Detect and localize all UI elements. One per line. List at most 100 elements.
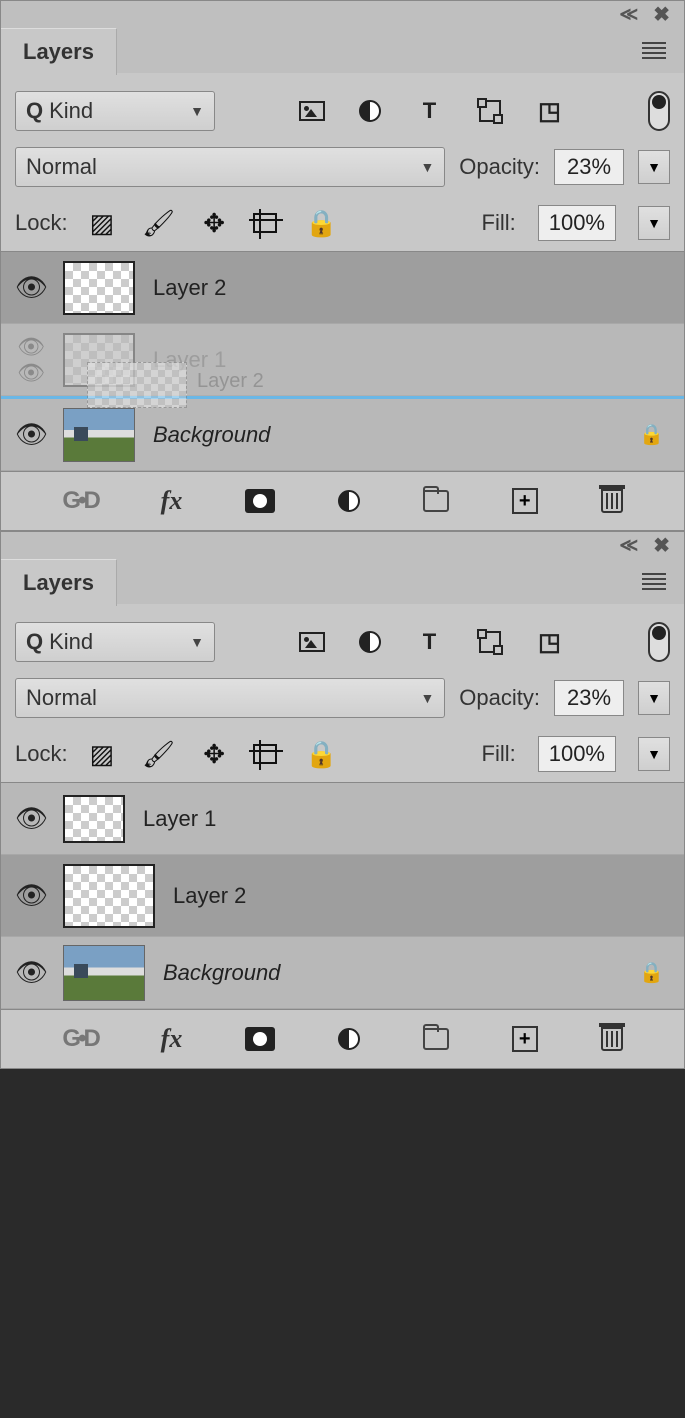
smartobject-filter-icon[interactable]: ◳ (535, 630, 565, 654)
visibility-eye-icon[interactable]: 👁 (15, 880, 45, 911)
link-layers-icon[interactable]: G•D (62, 487, 97, 515)
new-group-icon[interactable] (423, 490, 449, 512)
new-layer-icon[interactable]: + (512, 488, 538, 514)
opacity-label[interactable]: Opacity: (459, 154, 540, 180)
dragging-ghost-label: Layer 2 (197, 370, 264, 393)
smartobject-filter-icon[interactable]: ◳ (535, 99, 565, 123)
fill-value[interactable]: 100% (538, 736, 616, 772)
tab-layers[interactable]: Layers (1, 559, 117, 606)
tab-bar: Layers (1, 558, 684, 604)
lock-row: Lock: ▨ 🖌 ✥ 🔒 Fill: 100% ▼ (1, 195, 684, 251)
close-icon[interactable]: ✖ (653, 2, 670, 27)
new-adjustment-icon[interactable] (338, 1028, 360, 1050)
lock-pixels-icon[interactable]: 🖌 (142, 739, 175, 770)
collapse-icon[interactable]: ≪ (619, 535, 635, 556)
fill-label[interactable]: Fill: (482, 741, 516, 767)
fx-icon[interactable]: fx (161, 1024, 183, 1054)
layer-thumbnail[interactable] (63, 408, 135, 462)
lock-label: Lock: (15, 210, 68, 236)
chevron-down-icon: ▼ (420, 159, 434, 175)
layer-name[interactable]: Layer 1 (153, 347, 676, 373)
pixel-filter-icon[interactable] (299, 101, 325, 121)
type-filter-icon[interactable]: T (415, 630, 445, 654)
adjustment-filter-icon[interactable] (359, 100, 381, 122)
close-icon[interactable]: ✖ (653, 533, 670, 558)
lock-all-icon[interactable]: 🔒 (305, 739, 337, 770)
layer-name[interactable]: Layer 2 (153, 275, 676, 301)
layer-row[interactable]: 👁 Layer 1 (1, 783, 684, 855)
visibility-linked-icon[interactable]: 👁👁 (15, 334, 45, 386)
panel-menu-icon[interactable] (642, 573, 666, 590)
blend-mode-dropdown[interactable]: Normal ▼ (15, 678, 445, 718)
filter-toggle[interactable] (648, 622, 670, 662)
filter-type-icons: T ◳ (243, 99, 620, 123)
new-layer-icon[interactable]: + (512, 1026, 538, 1052)
lock-transparency-icon[interactable]: ▨ (90, 208, 115, 239)
filter-kind-dropdown[interactable]: QKind ▼ (15, 91, 215, 131)
layer-thumbnail[interactable] (63, 945, 145, 1001)
layer-row[interactable]: 👁 Background 🔒 (1, 937, 684, 1009)
layer-row[interactable]: 👁 Layer 2 (1, 252, 684, 324)
layers-list: 👁 Layer 2 👁👁 Layer 1 Layer 2 👁 Backgroun… (1, 251, 684, 472)
layer-thumbnail[interactable] (63, 261, 135, 315)
adjustment-filter-icon[interactable] (359, 631, 381, 653)
visibility-eye-icon[interactable]: 👁 (15, 957, 45, 988)
lock-all-icon[interactable]: 🔒 (305, 208, 337, 239)
visibility-eye-icon[interactable]: 👁 (15, 419, 45, 450)
layer-row[interactable]: 👁 Background 🔒 (1, 399, 684, 471)
fx-icon[interactable]: fx (161, 486, 183, 516)
fill-label[interactable]: Fill: (482, 210, 516, 236)
blend-mode-value: Normal (26, 685, 97, 711)
filter-toggle[interactable] (648, 91, 670, 131)
new-group-icon[interactable] (423, 1028, 449, 1050)
opacity-label[interactable]: Opacity: (459, 685, 540, 711)
lock-artboard-icon[interactable] (253, 744, 277, 764)
opacity-chevron[interactable]: ▼ (638, 150, 670, 184)
blend-mode-dropdown[interactable]: Normal ▼ (15, 147, 445, 187)
lock-label: Lock: (15, 741, 68, 767)
chevron-down-icon: ▼ (190, 103, 204, 119)
new-adjustment-icon[interactable] (338, 490, 360, 512)
pixel-filter-icon[interactable] (299, 632, 325, 652)
layer-name[interactable]: Layer 1 (143, 806, 676, 832)
layer-name[interactable]: Background (163, 960, 621, 986)
lock-position-icon[interactable]: ✥ (203, 739, 225, 770)
collapse-icon[interactable]: ≪ (619, 4, 635, 25)
lock-artboard-icon[interactable] (253, 213, 277, 233)
fill-value[interactable]: 100% (538, 205, 616, 241)
lock-position-icon[interactable]: ✥ (203, 208, 225, 239)
add-mask-icon[interactable] (245, 1027, 275, 1051)
layer-thumbnail[interactable] (63, 864, 155, 928)
lock-pixels-icon[interactable]: 🖌 (142, 208, 175, 239)
blend-row: Normal ▼ Opacity: 23% ▼ (1, 670, 684, 726)
visibility-eye-icon[interactable]: 👁 (15, 272, 45, 303)
add-mask-icon[interactable] (245, 489, 275, 513)
delete-layer-icon[interactable] (601, 489, 623, 513)
layer-name[interactable]: Background (153, 422, 621, 448)
panel-menu-icon[interactable] (642, 42, 666, 59)
layer-row[interactable]: 👁👁 Layer 1 Layer 2 (1, 324, 684, 396)
layer-name[interactable]: Layer 2 (173, 883, 676, 909)
panel-top-bar: ≪ ✖ (1, 1, 684, 27)
lock-icon[interactable]: 🔒 (639, 422, 664, 447)
fill-chevron[interactable]: ▼ (638, 737, 670, 771)
lock-transparency-icon[interactable]: ▨ (90, 739, 115, 770)
fill-chevron[interactable]: ▼ (638, 206, 670, 240)
shape-filter-icon[interactable] (479, 100, 501, 122)
type-filter-icon[interactable]: T (415, 99, 445, 123)
blend-row: Normal ▼ Opacity: 23% ▼ (1, 139, 684, 195)
layer-thumbnail[interactable] (63, 795, 125, 843)
filter-row: QKind ▼ T ◳ (1, 604, 684, 670)
filter-kind-dropdown[interactable]: QKind ▼ (15, 622, 215, 662)
tab-layers[interactable]: Layers (1, 28, 117, 75)
layer-row[interactable]: 👁 Layer 2 (1, 855, 684, 937)
opacity-value[interactable]: 23% (554, 149, 624, 185)
visibility-eye-icon[interactable]: 👁 (15, 803, 45, 834)
lock-icon[interactable]: 🔒 (639, 960, 664, 985)
shape-filter-icon[interactable] (479, 631, 501, 653)
opacity-value[interactable]: 23% (554, 680, 624, 716)
opacity-chevron[interactable]: ▼ (638, 681, 670, 715)
link-layers-icon[interactable]: G•D (62, 1025, 97, 1053)
layers-panel-bottom: ≪ ✖ Layers QKind ▼ T ◳ Normal ▼ Opacity:… (0, 531, 685, 1069)
delete-layer-icon[interactable] (601, 1027, 623, 1051)
